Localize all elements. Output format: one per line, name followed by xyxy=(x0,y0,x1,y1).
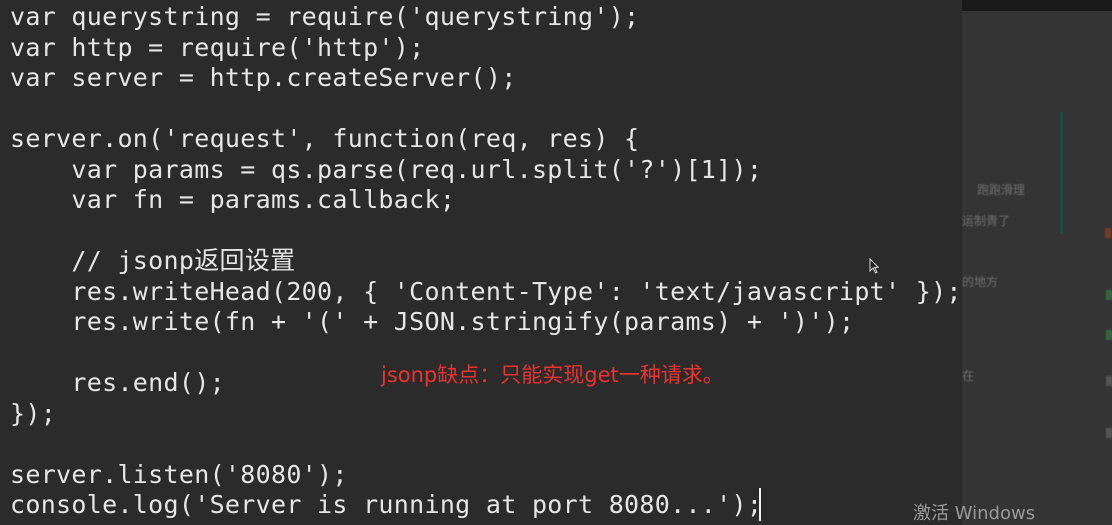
background-window xyxy=(962,0,1112,525)
code-line: }); xyxy=(10,398,57,428)
code-line: server.listen('8080'); xyxy=(10,459,348,489)
arrow-pointer-icon xyxy=(869,258,879,274)
background-text-fragment: 跑跑滑理 xyxy=(977,183,1026,197)
code-editor[interactable]: var querystring = require('querystring')… xyxy=(0,0,962,525)
windows-activation-watermark: 激活 Windows xyxy=(913,503,1036,524)
code-line: var params = qs.parse(req.url.split('?')… xyxy=(10,154,763,184)
background-window-divider xyxy=(1060,112,1063,234)
code-block[interactable]: var querystring = require('querystring')… xyxy=(10,2,962,521)
screen: 跑跑滑理 运制青了 的地方 在 var querystring = requir… xyxy=(0,0,1112,525)
code-line: console.log('Server is running at port 8… xyxy=(10,490,763,519)
code-line: res.write(fn + '(' + JSON.stringify(para… xyxy=(10,307,855,336)
code-line: var server = http.createServer(); xyxy=(10,63,517,92)
code-line: server.on('request', function(req, res) … xyxy=(10,124,640,153)
background-marker xyxy=(1106,290,1112,300)
background-marker xyxy=(1106,428,1112,438)
text-caret xyxy=(759,488,761,521)
background-text-fragment: 在 xyxy=(962,369,975,383)
code-line: // jsonp返回设置 xyxy=(10,246,296,275)
code-line: res.writeHead(200, { 'Content-Type': 'te… xyxy=(10,276,962,306)
background-marker xyxy=(1106,330,1112,340)
code-line: var querystring = require('querystring')… xyxy=(10,2,640,31)
code-line: var fn = params.callback; xyxy=(10,185,456,214)
code-line: var http = require('http'); xyxy=(10,32,425,62)
background-text-fragment: 的地方 xyxy=(962,275,999,289)
background-window-titlebar xyxy=(962,0,1112,11)
background-marker xyxy=(1105,228,1111,238)
background-marker xyxy=(1106,376,1112,386)
annotation-text: jsonp缺点：只能实现get一种请求。 xyxy=(381,363,724,387)
background-text-fragment: 运制青了 xyxy=(962,214,1011,228)
